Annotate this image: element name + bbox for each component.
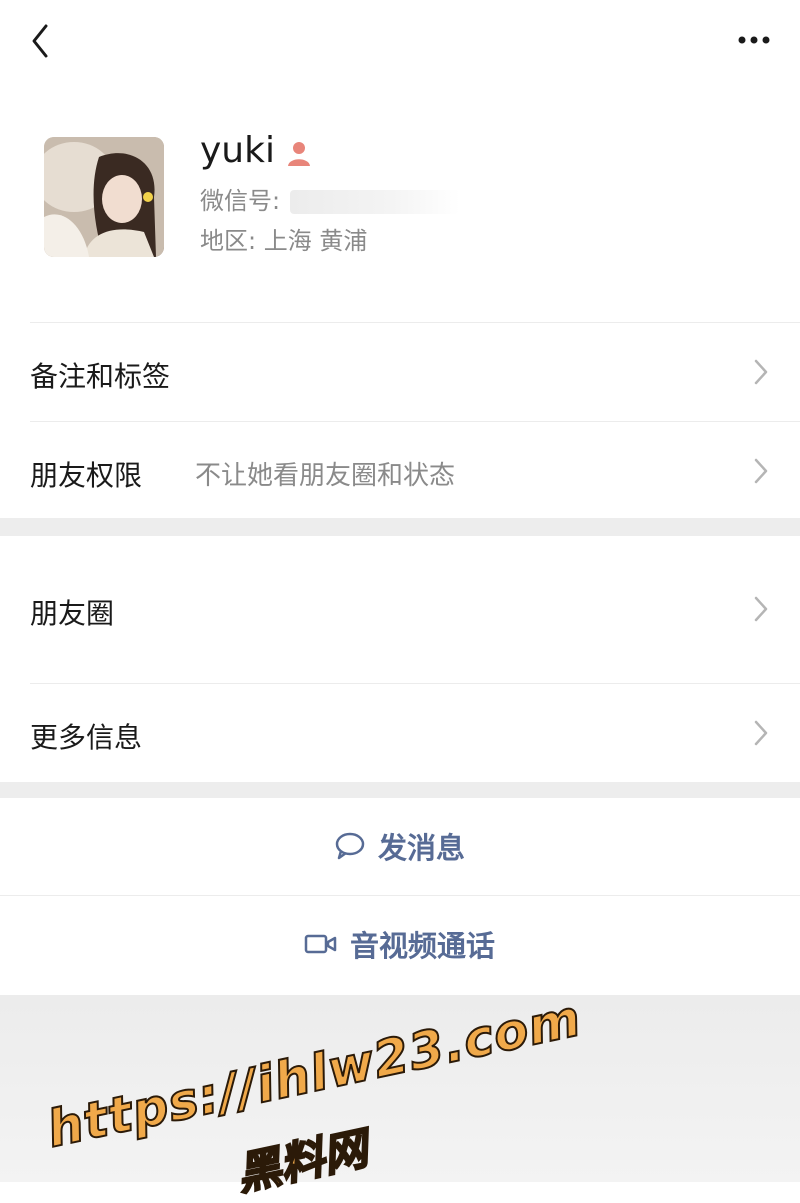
chevron-left-icon (32, 24, 48, 58)
chevron-right-icon (754, 458, 768, 484)
row-label-more-info: 更多信息 (30, 721, 143, 754)
more-info-row[interactable]: 更多信息 (0, 684, 800, 782)
send-message-button[interactable]: 发消息 (0, 798, 800, 894)
send-message-label: 发消息 (378, 831, 466, 865)
video-call-button[interactable]: 音视频通话 (0, 896, 800, 992)
more-options-button[interactable] (734, 22, 778, 58)
remarks-and-tags-row[interactable]: 备注和标签 (0, 323, 800, 421)
moments-row[interactable]: 朋友圈 (0, 536, 800, 683)
section-gap (0, 782, 800, 798)
profile-name: yuki (200, 130, 275, 171)
chat-bubble-icon (335, 832, 365, 860)
top-bar (0, 0, 800, 90)
profile-header: yuki 微信号: 地区: 上海 黄浦 (0, 120, 800, 320)
row-label-permissions: 朋友权限 (30, 459, 143, 492)
friend-permissions-row[interactable]: 朋友权限 不让她看朋友圈和状态 (0, 422, 800, 518)
chevron-right-icon (754, 359, 768, 385)
video-camera-icon (304, 934, 337, 954)
redacted-wechat-id (290, 190, 460, 214)
profile-region: 地区: 上海 黄浦 (200, 227, 368, 255)
section-gap (0, 518, 800, 536)
row-label-moments: 朋友圈 (30, 597, 115, 630)
avatar-photo (44, 137, 164, 257)
wechat-id-label: 微信号: (200, 187, 281, 215)
video-call-label: 音视频通话 (350, 929, 496, 963)
female-person-icon (283, 138, 315, 168)
back-button[interactable] (22, 18, 62, 64)
row-label-remarks: 备注和标签 (30, 360, 171, 393)
more-dots-icon (738, 36, 770, 44)
chevron-right-icon (754, 720, 768, 746)
avatar[interactable] (44, 137, 164, 257)
chevron-right-icon (754, 596, 768, 622)
row-value-permissions: 不让她看朋友圈和状态 (195, 461, 456, 491)
